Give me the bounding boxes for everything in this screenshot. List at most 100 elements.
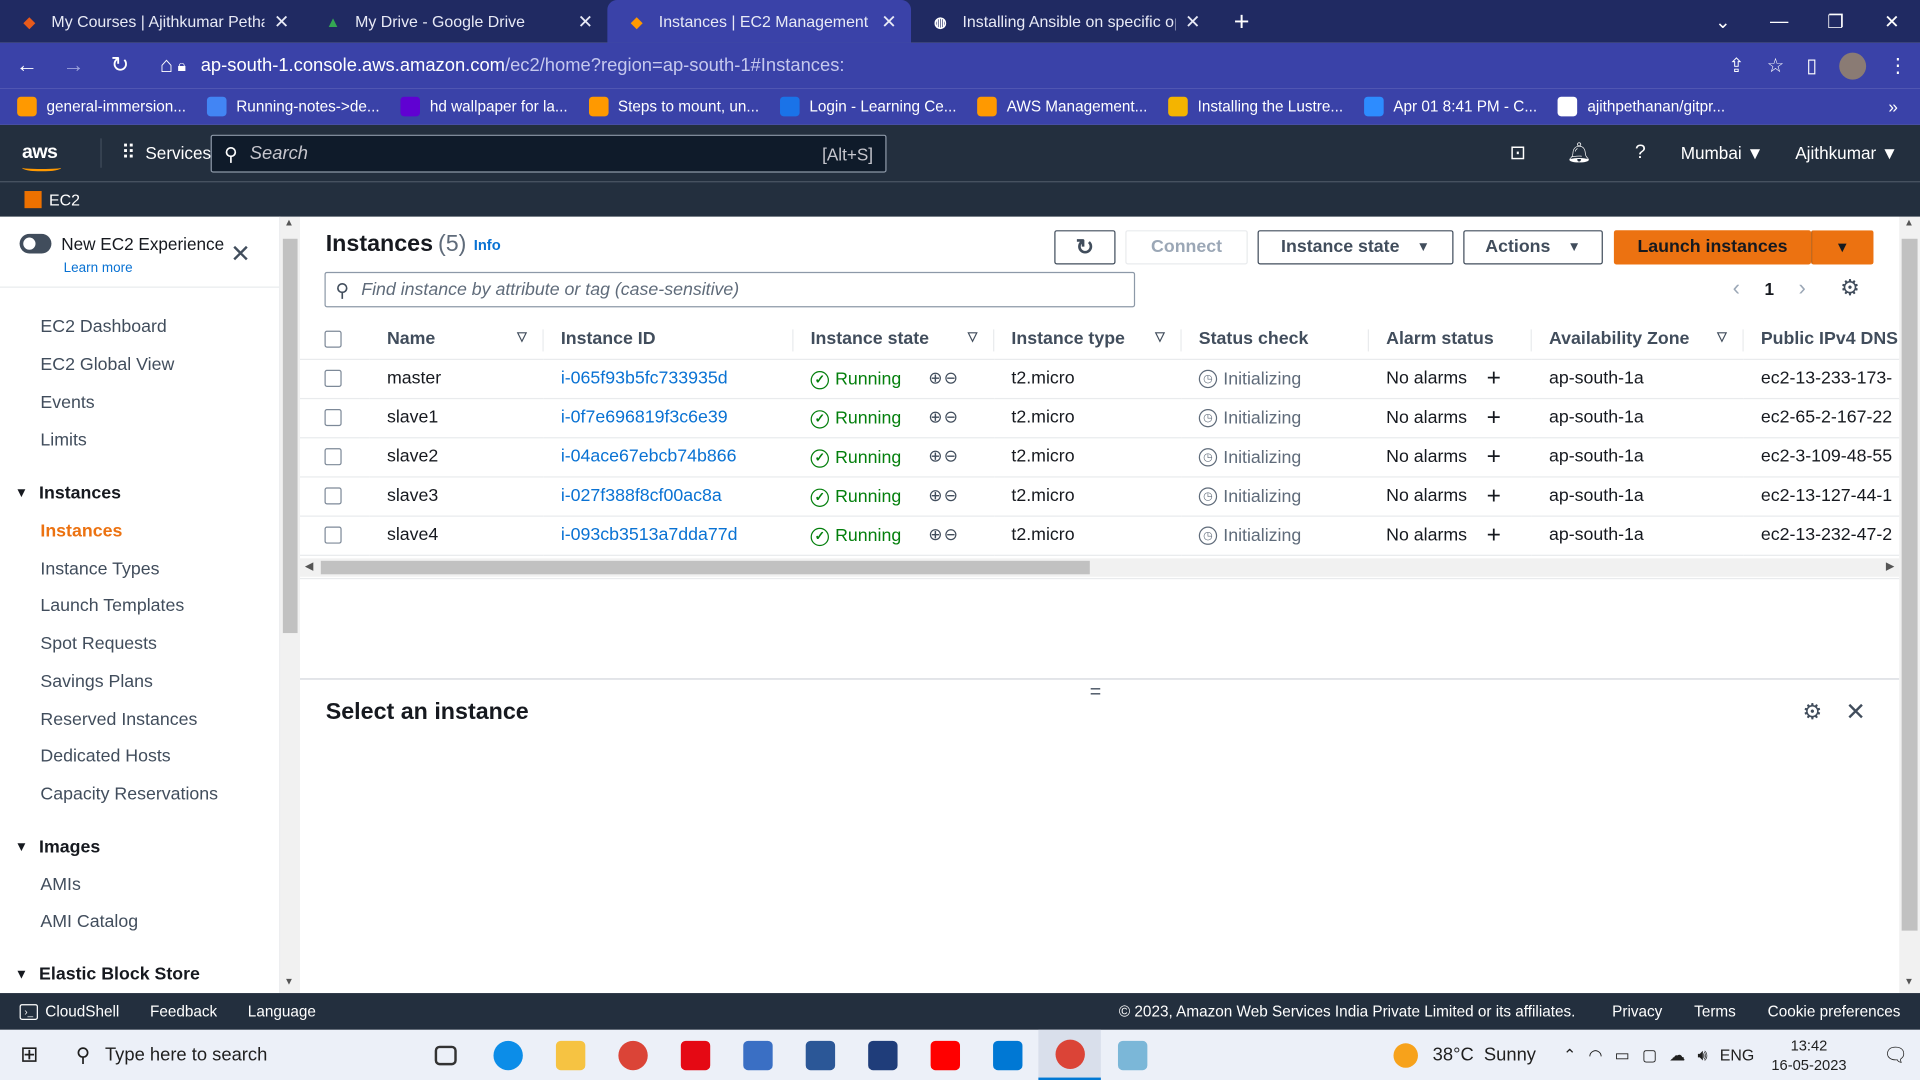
info-link[interactable]: Info — [474, 236, 501, 253]
language-indicator[interactable]: ENG — [1720, 1045, 1754, 1065]
launch-dropdown-button[interactable]: ▼ — [1811, 230, 1874, 265]
column-header[interactable]: Availability Zone ▽ — [1531, 319, 1744, 360]
feedback-link[interactable]: Feedback — [150, 1003, 217, 1020]
sidebar-item[interactable]: AMIs — [40, 875, 80, 895]
bookmark-item[interactable]: general-immersion... — [17, 96, 186, 117]
taskbar-app[interactable] — [414, 1030, 476, 1080]
share-icon[interactable]: ⇪ — [1728, 53, 1744, 77]
minimize-icon[interactable]: — — [1751, 11, 1807, 32]
sidebar-item[interactable]: AMI Catalog — [40, 913, 138, 933]
profile-avatar[interactable] — [1839, 52, 1867, 79]
notification-icon[interactable]: 🗨︎ — [1871, 1043, 1920, 1067]
help-icon[interactable]: ? — [1610, 142, 1671, 164]
bookmark-item[interactable]: hd wallpaper for la... — [400, 96, 568, 117]
instance-filter-input[interactable] — [361, 279, 1125, 300]
settings-gear-icon[interactable]: ⚙ — [1802, 699, 1822, 725]
language-link[interactable]: Language — [248, 1003, 316, 1020]
taskbar-search[interactable]: ⚲ Type here to search — [59, 1030, 414, 1080]
page-scrollbar[interactable]: ▲ ▼ — [1899, 216, 1920, 994]
column-header[interactable]: Public IPv4 DNS — [1743, 319, 1900, 360]
menu-icon[interactable]: ⋮ — [1888, 53, 1908, 77]
sidebar-item[interactable]: Capacity Reservations — [40, 785, 218, 805]
sidebar-item[interactable]: Instances — [40, 522, 122, 542]
user-dropdown[interactable]: Ajithkumar ▼ — [1795, 143, 1898, 163]
browser-tab[interactable]: ◍ Installing Ansible on specific ope ✕ — [911, 0, 1215, 43]
battery-icon[interactable]: ▭ — [1615, 1045, 1630, 1065]
back-icon[interactable]: ← — [7, 53, 46, 79]
row-checkbox[interactable] — [324, 487, 342, 505]
connect-button[interactable]: Connect — [1125, 230, 1248, 265]
browser-tab[interactable]: ◆ Instances | EC2 Management Cor ✕ — [607, 0, 912, 43]
zoom-out-icon[interactable]: ⊖ — [944, 367, 960, 387]
chevron-up-icon[interactable]: ⌃ — [1563, 1045, 1576, 1065]
learn-more-link[interactable]: Learn more — [64, 261, 133, 276]
region-dropdown[interactable]: Mumbai ▼ — [1681, 143, 1764, 163]
refresh-button[interactable]: ↻ — [1054, 230, 1116, 265]
instance-id-link[interactable]: i-027f388f8cf00ac8a — [561, 486, 722, 506]
zoom-in-icon[interactable]: ⊕ — [928, 445, 944, 465]
wifi-icon[interactable]: ◠ — [1589, 1045, 1603, 1065]
resize-handle-icon[interactable]: = — [1090, 682, 1101, 704]
close-tab-icon[interactable]: ✕ — [272, 10, 292, 33]
bookmark-item[interactable]: ajithpethanan/gitpr... — [1557, 96, 1725, 117]
close-icon[interactable]: ✕ — [1845, 697, 1866, 728]
launch-instances-button[interactable]: Launch instances — [1613, 230, 1812, 265]
settings-gear-icon[interactable]: ⚙ — [1840, 276, 1860, 302]
sidebar-item[interactable]: Dedicated Hosts — [40, 747, 170, 767]
sidebar-section-elastic-block-store[interactable]: ▼ Elastic Block Store — [15, 965, 200, 985]
close-window-icon[interactable]: ✕ — [1864, 10, 1920, 33]
lock-icon[interactable]: 🔒︎ — [178, 56, 186, 76]
instance-id-link[interactable]: i-093cb3513a7dda77d — [561, 525, 738, 545]
zoom-out-icon[interactable]: ⊖ — [944, 445, 960, 465]
actions-button[interactable]: Actions ▼ — [1463, 230, 1603, 265]
table-row[interactable]: slave3 i-027f388f8cf00ac8a ✓ Running ⊕⊖ t2.mi… — [300, 476, 1900, 517]
taskbar-app[interactable] — [789, 1030, 851, 1080]
column-header[interactable]: Instance ID — [543, 319, 794, 360]
bell-icon[interactable]: 🔔︎ — [1548, 141, 1609, 165]
close-tab-icon[interactable]: ✕ — [1183, 10, 1203, 33]
services-menu[interactable]: ⠿ Services — [100, 138, 211, 168]
bookmark-item[interactable]: Running-notes->de... — [206, 96, 380, 117]
sidebar-scrollbar[interactable]: ▲ ▼ — [280, 216, 301, 994]
add-alarm-icon[interactable]: + — [1487, 443, 1501, 470]
reload-icon[interactable]: ↻ — [100, 53, 139, 79]
instance-id-link[interactable]: i-0f7e696819f3c6e39 — [561, 408, 728, 428]
zoom-in-icon[interactable]: ⊕ — [928, 367, 944, 387]
column-header[interactable]: Instance type ▽ — [994, 319, 1182, 360]
taskbar-app[interactable] — [913, 1030, 975, 1080]
sidebar-section-instances[interactable]: ▼ Instances — [15, 484, 121, 504]
address-bar[interactable]: 🔒︎ ap-south-1.console.aws.amazon.com/ec2… — [178, 49, 1794, 82]
sidebar-item[interactable]: Limits — [40, 431, 86, 451]
sidebar-item[interactable]: Events — [40, 393, 94, 413]
taskbar-app[interactable] — [851, 1030, 913, 1080]
add-alarm-icon[interactable]: + — [1487, 364, 1501, 391]
clock[interactable]: 13:42 16-05-2023 — [1771, 1035, 1846, 1074]
select-all-checkbox[interactable] — [324, 330, 342, 348]
side-panel-icon[interactable]: ▯ — [1806, 53, 1817, 77]
column-header[interactable]: Name ▽ — [369, 319, 544, 360]
sidebar-item[interactable]: Spot Requests — [40, 634, 156, 654]
aws-search-input[interactable] — [249, 143, 823, 165]
sidebar-item[interactable]: Launch Templates — [40, 597, 184, 617]
bookmark-item[interactable]: Steps to mount, un... — [588, 96, 759, 117]
table-row[interactable]: slave1 i-0f7e696819f3c6e39 ✓ Running ⊕⊖ t2.mi… — [300, 397, 1900, 438]
aws-logo[interactable]: aws — [22, 142, 64, 172]
volume-icon[interactable]: 🔊︎ — [1697, 1045, 1707, 1065]
table-row[interactable]: master i-065f93b5fc733935d ✓ Running ⊕⊖ t2.mi… — [300, 358, 1900, 399]
zoom-out-icon[interactable]: ⊖ — [944, 524, 960, 544]
add-alarm-icon[interactable]: + — [1487, 482, 1501, 509]
table-row[interactable]: slave2 i-04ace67ebcb74b866 ✓ Running ⊕⊖ t2.mi… — [300, 437, 1900, 477]
sidebar-item[interactable]: Savings Plans — [40, 672, 153, 692]
cloudshell-button[interactable]: ›_ CloudShell — [19, 1003, 120, 1020]
sort-icon[interactable]: ▽ — [968, 331, 977, 344]
display-icon[interactable]: ▢ — [1642, 1045, 1657, 1065]
zoom-in-icon[interactable]: ⊕ — [928, 485, 944, 505]
taskbar-app[interactable] — [476, 1030, 538, 1080]
cloud-icon[interactable]: ☁ — [1669, 1045, 1685, 1065]
taskbar-app[interactable] — [976, 1030, 1038, 1080]
sidebar-item[interactable]: Reserved Instances — [40, 710, 197, 730]
zoom-in-icon[interactable]: ⊕ — [928, 524, 944, 544]
sort-icon[interactable]: ▽ — [1155, 331, 1164, 344]
bookmark-item[interactable]: Apr 01 8:41 PM - C... — [1363, 96, 1537, 117]
close-icon[interactable]: ✕ — [230, 239, 251, 270]
